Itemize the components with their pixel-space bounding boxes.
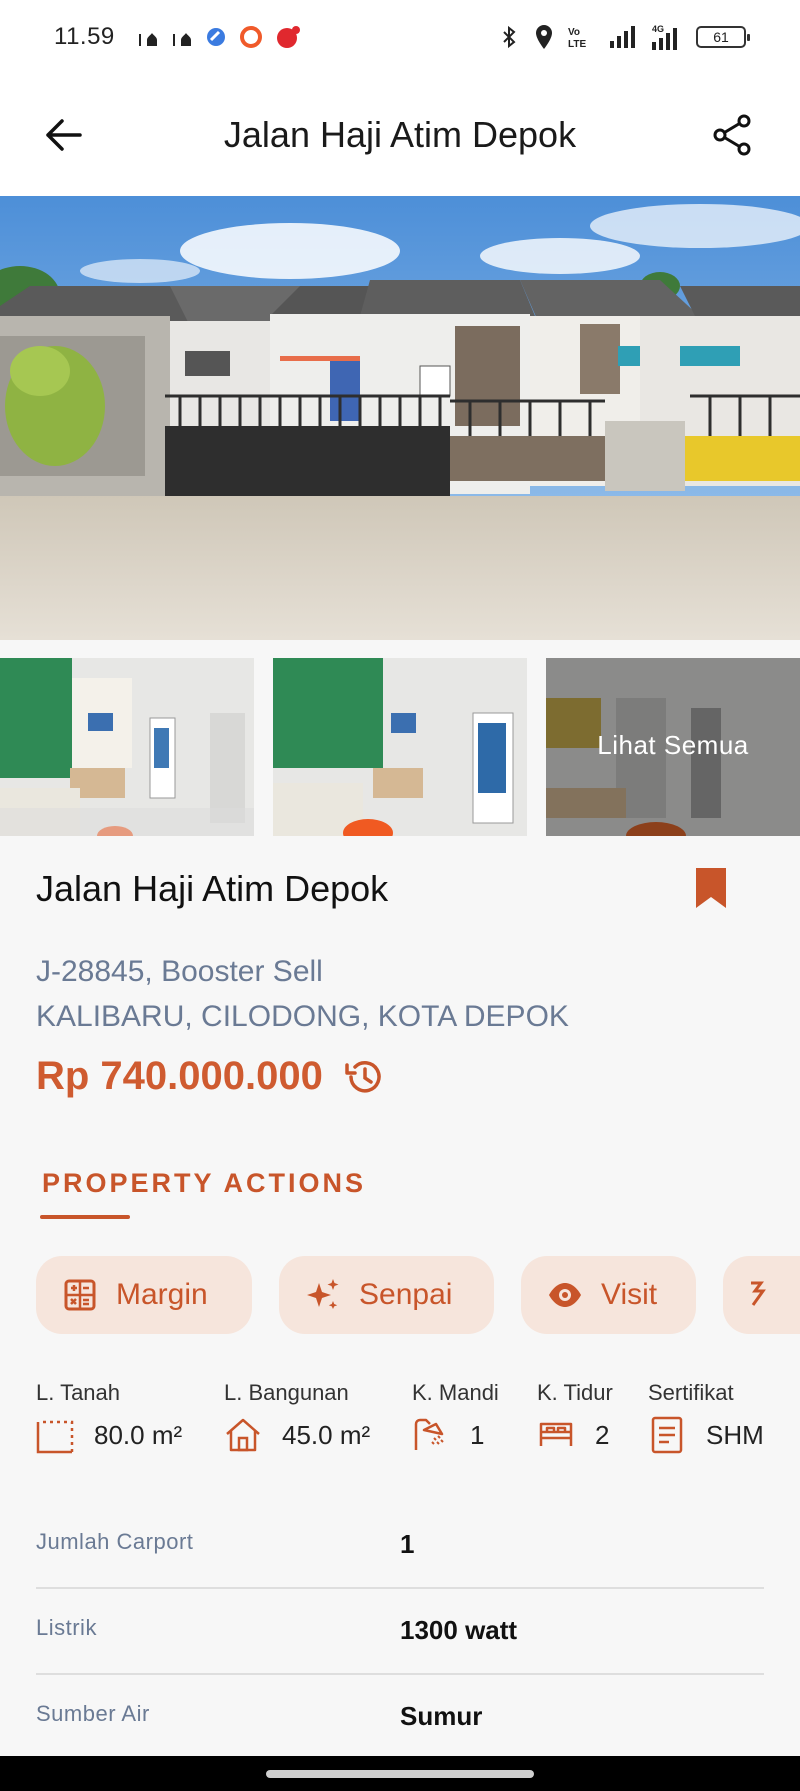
system-navigation-bar [0, 1756, 800, 1791]
svg-text:4G: 4G [652, 24, 664, 34]
margin-label: Margin [116, 1278, 208, 1311]
battery-indicator: 61 [696, 26, 750, 48]
spec-certificate: Sertifikat SHM [648, 1380, 764, 1454]
spec-value: SHM [706, 1419, 764, 1450]
bookmark-icon[interactable] [694, 866, 728, 910]
thumbnail-photo[interactable] [0, 658, 254, 836]
system-icons: Vo LTE 4G 61 [500, 24, 750, 50]
back-arrow-icon[interactable] [40, 112, 86, 158]
page-title: Jalan Haji Atim Depok [223, 114, 577, 155]
detail-key: Listrik [36, 1615, 97, 1640]
app-bar: Jalan Haji Atim Depok [0, 74, 800, 196]
thumbnail-photo[interactable] [273, 658, 527, 836]
svg-text:Vo: Vo [568, 27, 580, 38]
spec-label: L. Tanah [36, 1380, 121, 1405]
spec-label: K. Tidur [537, 1380, 613, 1405]
spec-value: 80.0 m² [94, 1419, 183, 1450]
listing-price: Rp 740.000.000 [36, 1054, 383, 1099]
listing-title: Jalan Haji Atim Depok [36, 868, 389, 909]
status-time: 11.59 [54, 23, 115, 50]
mosque-icon [138, 33, 157, 46]
spec-land-area: L. Tanah 80.0 m² [36, 1380, 182, 1454]
section-underline [40, 1215, 130, 1219]
detail-row: Sumber Air Sumur [36, 1675, 764, 1755]
notification-icons [137, 25, 301, 49]
spec-building-area: L. Bangunan 45.0 m² [224, 1380, 370, 1454]
svg-text:LTE: LTE [568, 39, 586, 49]
detail-row: Jumlah Carport 1 [36, 1503, 764, 1589]
senpai-label: Senpai [359, 1278, 453, 1311]
margin-button[interactable]: Margin [36, 1256, 252, 1334]
volte-icon: VoLTE [568, 27, 586, 49]
sparkle-icon [307, 1279, 339, 1309]
spec-bathrooms: K. Mandi 1 [412, 1380, 499, 1454]
spec-label: L. Bangunan [224, 1380, 349, 1405]
status-bar: 11.59 Vo LTE 4G 61 [0, 0, 800, 74]
signal-4g-icon: 4G [652, 24, 677, 50]
spec-value: 45.0 m² [282, 1419, 371, 1450]
spec-label: K. Mandi [412, 1380, 499, 1405]
see-all-photos[interactable]: Lihat Semua [546, 658, 800, 836]
home-gesture-handle[interactable] [266, 1770, 534, 1778]
app-notification-icon [206, 28, 225, 46]
listing-code: J-28845, Booster Sell [36, 955, 323, 988]
price-value: Rp 740.000.000 [36, 1054, 323, 1098]
app-notification-icon [276, 26, 300, 48]
spec-value: 2 [595, 1419, 610, 1450]
land-area-icon [36, 1420, 74, 1454]
bluetooth-icon [503, 25, 516, 49]
listing-location: KALIBARU, CILODONG, KOTA DEPOK [36, 1000, 569, 1033]
mosque-icon [172, 33, 191, 46]
visit-button[interactable]: Visit [521, 1256, 696, 1334]
price-history-icon[interactable] [343, 1057, 383, 1097]
section-heading: PROPERTY ACTIONS [42, 1168, 367, 1198]
main-property-photo[interactable] [0, 196, 800, 640]
partial-action-icon [751, 1281, 766, 1306]
detail-key: Sumber Air [36, 1701, 150, 1726]
calculator-icon [64, 1279, 96, 1311]
spec-bedrooms: K. Tidur 2 [537, 1380, 613, 1454]
more-action-button[interactable] [723, 1256, 800, 1334]
detail-value: 1 [400, 1529, 415, 1559]
signal-icon [610, 26, 635, 48]
bed-icon [539, 1422, 573, 1446]
detail-row: Listrik 1300 watt [36, 1589, 764, 1675]
spec-label: Sertifikat [648, 1380, 734, 1405]
visit-label: Visit [601, 1278, 658, 1311]
house-icon [226, 1418, 260, 1452]
battery-level: 61 [713, 29, 729, 45]
app-notification-icon [239, 26, 262, 48]
see-all-label: Lihat Semua [597, 730, 749, 760]
senpai-button[interactable]: Senpai [279, 1256, 494, 1334]
detail-value: Sumur [400, 1701, 483, 1731]
photo-thumbnails: Lihat Semua [0, 658, 800, 836]
location-icon [536, 25, 552, 49]
detail-key: Jumlah Carport [36, 1529, 194, 1554]
shower-icon [414, 1418, 444, 1450]
document-icon [651, 1416, 683, 1454]
action-buttons-row: Margin Senpai Visit [0, 1256, 800, 1334]
spec-value: 1 [470, 1419, 485, 1450]
detail-value: 1300 watt [400, 1615, 518, 1645]
eye-icon [549, 1283, 581, 1307]
share-icon[interactable] [710, 112, 756, 158]
property-specs: L. Tanah 80.0 m² L. Bangunan 45.0 m² K. … [0, 1380, 800, 1460]
